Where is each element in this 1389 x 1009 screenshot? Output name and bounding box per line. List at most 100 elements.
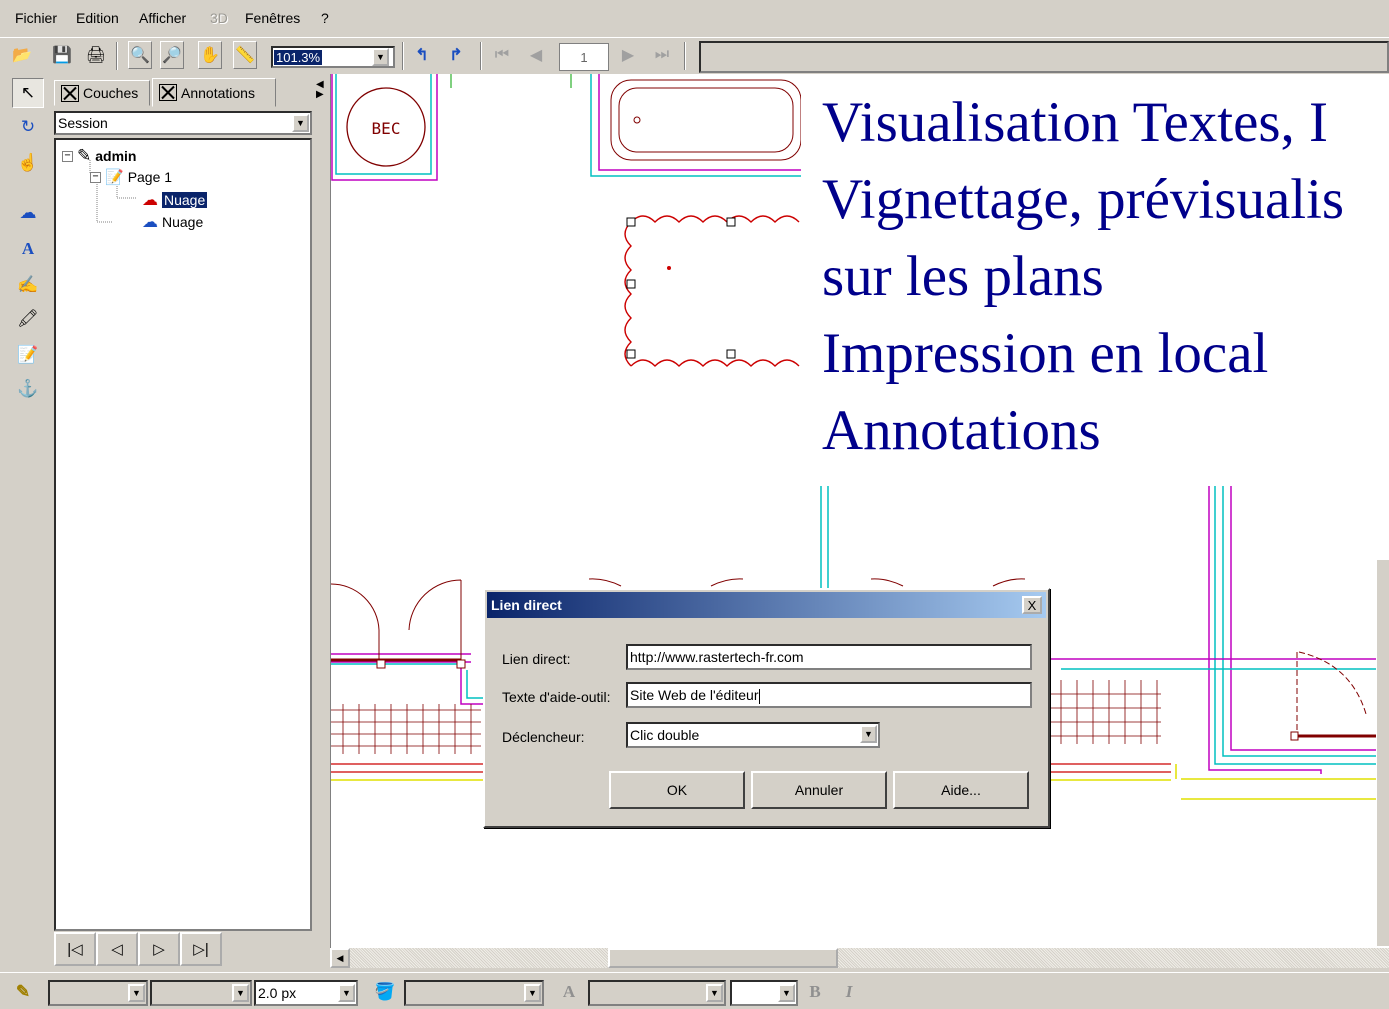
bold-icon[interactable]: B — [802, 979, 828, 1005]
tree-navigation: |◁ ◁ ▷ ▷| — [54, 932, 222, 966]
last-item-icon[interactable]: ▷| — [180, 932, 222, 966]
last-page-icon[interactable]: ⏭ — [650, 41, 674, 69]
font-size-select[interactable]: ▼ — [730, 980, 798, 1006]
rotate-icon[interactable]: ↻ — [12, 112, 44, 142]
chevron-down-icon[interactable]: ▼ — [778, 984, 795, 1002]
fill-color-select[interactable]: ▼ — [404, 980, 544, 1006]
close-icon[interactable]: X — [1022, 596, 1042, 614]
scroll-left-icon[interactable]: ◀ — [330, 948, 350, 968]
vertical-scrollbar[interactable] — [1376, 560, 1389, 946]
text-cursor — [758, 688, 760, 704]
ok-button[interactable]: OK — [609, 771, 745, 809]
text-tool-icon[interactable]: A — [12, 234, 44, 264]
chevron-down-icon[interactable]: ▼ — [706, 984, 723, 1002]
cloud-icon: ☁ — [142, 214, 158, 231]
stamp-icon[interactable]: ⚓ — [12, 374, 44, 404]
trigger-select[interactable]: Clic double ▼ — [626, 722, 880, 748]
zoom-dropdown-chevron-down-icon[interactable]: ▼ — [372, 48, 389, 66]
tree-node-page[interactable]: − 📝 Page 1 — [90, 168, 172, 186]
chevron-down-icon[interactable]: ▼ — [232, 984, 249, 1002]
font-family-select[interactable]: ▼ — [588, 980, 726, 1006]
tab-annotations[interactable]: Annotations — [152, 78, 276, 107]
dialog-titlebar[interactable]: Lien direct X — [487, 592, 1046, 618]
chevron-down-icon[interactable]: ▼ — [128, 984, 145, 1002]
previous-item-icon[interactable]: ◁ — [96, 932, 138, 966]
scroll-thumb[interactable] — [608, 948, 838, 968]
toolbar-separator — [684, 42, 686, 70]
print-icon[interactable]: 🖨 — [84, 41, 108, 69]
overlay-line-1: Visualisation Textes, I — [822, 91, 1329, 154]
zoom-out-icon[interactable]: 🔎 — [160, 41, 184, 69]
help-button[interactable]: Aide... — [893, 771, 1029, 809]
tooltip-input[interactable]: Site Web de l'éditeur — [626, 682, 1032, 708]
panel-collapse-icon[interactable]: ◀ ▶ — [316, 80, 324, 100]
toolbar-separator — [116, 42, 118, 70]
pan-hand-icon[interactable]: ✋ — [198, 41, 222, 69]
font-icon[interactable]: A — [556, 979, 582, 1005]
italic-icon[interactable]: I — [836, 979, 862, 1005]
collapse-minus-icon[interactable]: − — [90, 171, 101, 183]
menu-afficher[interactable]: Afficher — [139, 10, 186, 26]
tooltip-value: Site Web de l'éditeur — [630, 687, 759, 703]
first-page-icon[interactable]: ⏮ — [490, 41, 514, 69]
menu-fenetres[interactable]: Fenêtres — [245, 10, 300, 26]
open-folder-icon[interactable]: 📂 — [10, 41, 34, 69]
tree-page-label: Page 1 — [127, 169, 173, 185]
chevron-down-icon[interactable]: ▼ — [860, 725, 877, 743]
previous-page-icon[interactable]: ◀ — [524, 41, 548, 69]
highlighter-icon[interactable]: 🖍 — [12, 304, 44, 334]
undo-icon[interactable]: ↰ — [410, 41, 434, 69]
menu-help[interactable]: ? — [321, 10, 329, 26]
session-value: Session — [58, 115, 108, 131]
menu-fichier[interactable]: Fichier — [15, 10, 57, 26]
overlay-line-5: Annotations — [822, 399, 1101, 462]
cancel-button[interactable]: Annuler — [751, 771, 887, 809]
line-width-select[interactable]: 2.0 px ▼ — [254, 980, 358, 1006]
plan-bec-label: BEC — [372, 119, 401, 138]
line-color-pen-icon[interactable]: ✎ — [10, 979, 36, 1005]
link-input[interactable]: http://www.rastertech-fr.com — [626, 644, 1032, 670]
collapse-minus-icon[interactable]: − — [62, 150, 73, 162]
menu-bar: Fichier Edition Afficher 3D Fenêtres ? — [0, 0, 1389, 38]
chevron-down-icon[interactable]: ▼ — [524, 984, 541, 1002]
menu-edition[interactable]: Edition — [76, 10, 119, 26]
select-arrow-icon[interactable]: ↖ — [12, 78, 44, 108]
hand-pointer-icon[interactable]: ☝ — [12, 148, 44, 178]
chevron-down-icon[interactable]: ▼ — [338, 984, 355, 1002]
freehand-pen-icon[interactable]: ✍ — [12, 270, 44, 300]
first-item-icon[interactable]: |◁ — [54, 932, 96, 966]
zoom-in-icon[interactable]: 🔍 — [128, 41, 152, 69]
annotation-toolbar: ↖ ↻ ☝ ☁ A ✍ 🖍 📝 ⚓ — [0, 74, 48, 972]
trigger-value: Clic double — [630, 727, 700, 743]
save-icon[interactable]: 💾 — [50, 41, 74, 69]
tab-couches[interactable]: Couches — [54, 80, 150, 106]
next-page-icon[interactable]: ▶ — [616, 41, 640, 69]
fill-bucket-icon[interactable]: 🪣 — [372, 979, 398, 1005]
session-select[interactable]: Session ▼ — [54, 111, 312, 135]
tree-node-nuage-2[interactable]: ☁ Nuage — [142, 212, 203, 232]
checkbox-icon[interactable] — [159, 84, 177, 101]
line-color-select[interactable]: ▼ — [48, 980, 148, 1006]
note-icon[interactable]: 📝 — [12, 340, 44, 370]
session-chevron-down-icon[interactable]: ▼ — [292, 114, 309, 132]
next-item-icon[interactable]: ▷ — [138, 932, 180, 966]
properties-toolbar: ✎ ▼ ▼ 2.0 px ▼ 🪣 ▼ A ▼ ▼ B I — [0, 972, 1389, 1009]
trigger-label: Déclencheur: — [502, 729, 585, 745]
tree-node-admin[interactable]: − ✎ admin — [62, 146, 136, 166]
tree-node-nuage-1[interactable]: ☁ Nuage — [142, 190, 208, 210]
cloud-tool-icon[interactable]: ☁ — [12, 198, 44, 228]
line-width-value: 2.0 px — [258, 985, 297, 1001]
tree-nuage-label: Nuage — [162, 214, 204, 230]
measure-icon[interactable]: 📏 — [233, 41, 257, 69]
horizontal-scrollbar[interactable]: ◀ — [330, 948, 1389, 968]
page-number-input[interactable]: 1 — [559, 43, 609, 71]
main-toolbar: 📂 💾 🖨 🔍 🔎 ✋ 📏 101.3% ▼ ↰ ↱ ⏮ ◀ 1 ▶ ⏭ — [0, 38, 1389, 74]
tab-annotations-label: Annotations — [181, 84, 255, 101]
side-panel: Couches Annotations Session ▼ − ✎ admin … — [48, 74, 318, 972]
redo-icon[interactable]: ↱ — [444, 41, 468, 69]
tree-nuage-label: Nuage — [162, 192, 208, 208]
feature-overlay: Visualisation Textes, I Vignettage, prév… — [801, 84, 1389, 484]
line-style-select[interactable]: ▼ — [150, 980, 252, 1006]
checkbox-icon[interactable] — [61, 84, 79, 102]
toolbar-separator — [480, 42, 482, 70]
